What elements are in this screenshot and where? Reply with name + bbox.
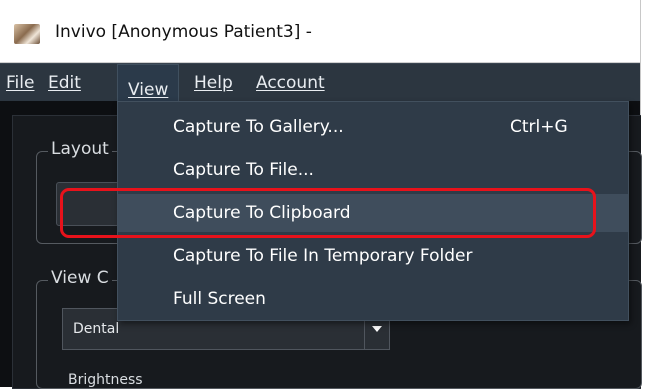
title-bar: Invivo [Anonymous Patient3] - [0,0,640,63]
menu-item-shortcut: Ctrl+G [510,117,568,137]
brightness-label: Brightness [68,372,143,388]
menu-edit[interactable]: Edit [48,73,81,93]
menu-bar: File Edit View Help Account [0,63,640,107]
view-group-label: View C [48,268,112,288]
menu-item-label: Capture To Gallery... [173,117,344,137]
menu-item-capture-to-gallery[interactable]: Capture To Gallery... Ctrl+G [118,108,628,146]
window-title: Invivo [Anonymous Patient3] - [55,22,312,42]
menu-item-label: Full Screen [173,289,266,309]
menu-item-full-screen[interactable]: Full Screen [118,280,628,318]
layout-group-label: Layout [48,139,112,159]
red-highlight-outline [60,188,596,238]
menu-file[interactable]: File [6,73,34,93]
app-window: Invivo [Anonymous Patient3] - File Edit … [0,0,642,389]
menu-item-label: Capture To File... [173,160,314,180]
menu-item-capture-to-file[interactable]: Capture To File... [118,151,628,189]
menu-item-capture-to-temp-folder[interactable]: Capture To File In Temporary Folder [118,237,628,275]
menu-item-label: Capture To File In Temporary Folder [173,246,473,266]
invivo-app-icon [14,24,40,44]
menu-help[interactable]: Help [194,73,233,93]
view-type-value: Dental [73,321,120,337]
menu-account[interactable]: Account [256,73,325,93]
